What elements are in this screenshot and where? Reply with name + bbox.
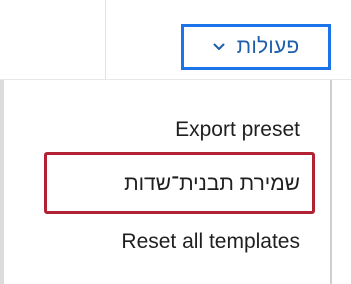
menu-item-save-field-template[interactable]: שמירת תבנית־שדות — [124, 172, 300, 196]
actions-dropdown-menu: Export preset שמירת תבנית־שדות Reset all… — [4, 80, 332, 284]
chevron-down-icon — [213, 43, 225, 51]
menu-item-reset-all-templates[interactable]: Reset all templates — [121, 230, 300, 254]
actions-dropdown-button[interactable]: פעולות — [181, 24, 331, 70]
column-divider — [105, 0, 106, 80]
actions-button-label: פעולות — [236, 35, 300, 58]
menu-item-export-preset[interactable]: Export preset — [175, 118, 300, 142]
